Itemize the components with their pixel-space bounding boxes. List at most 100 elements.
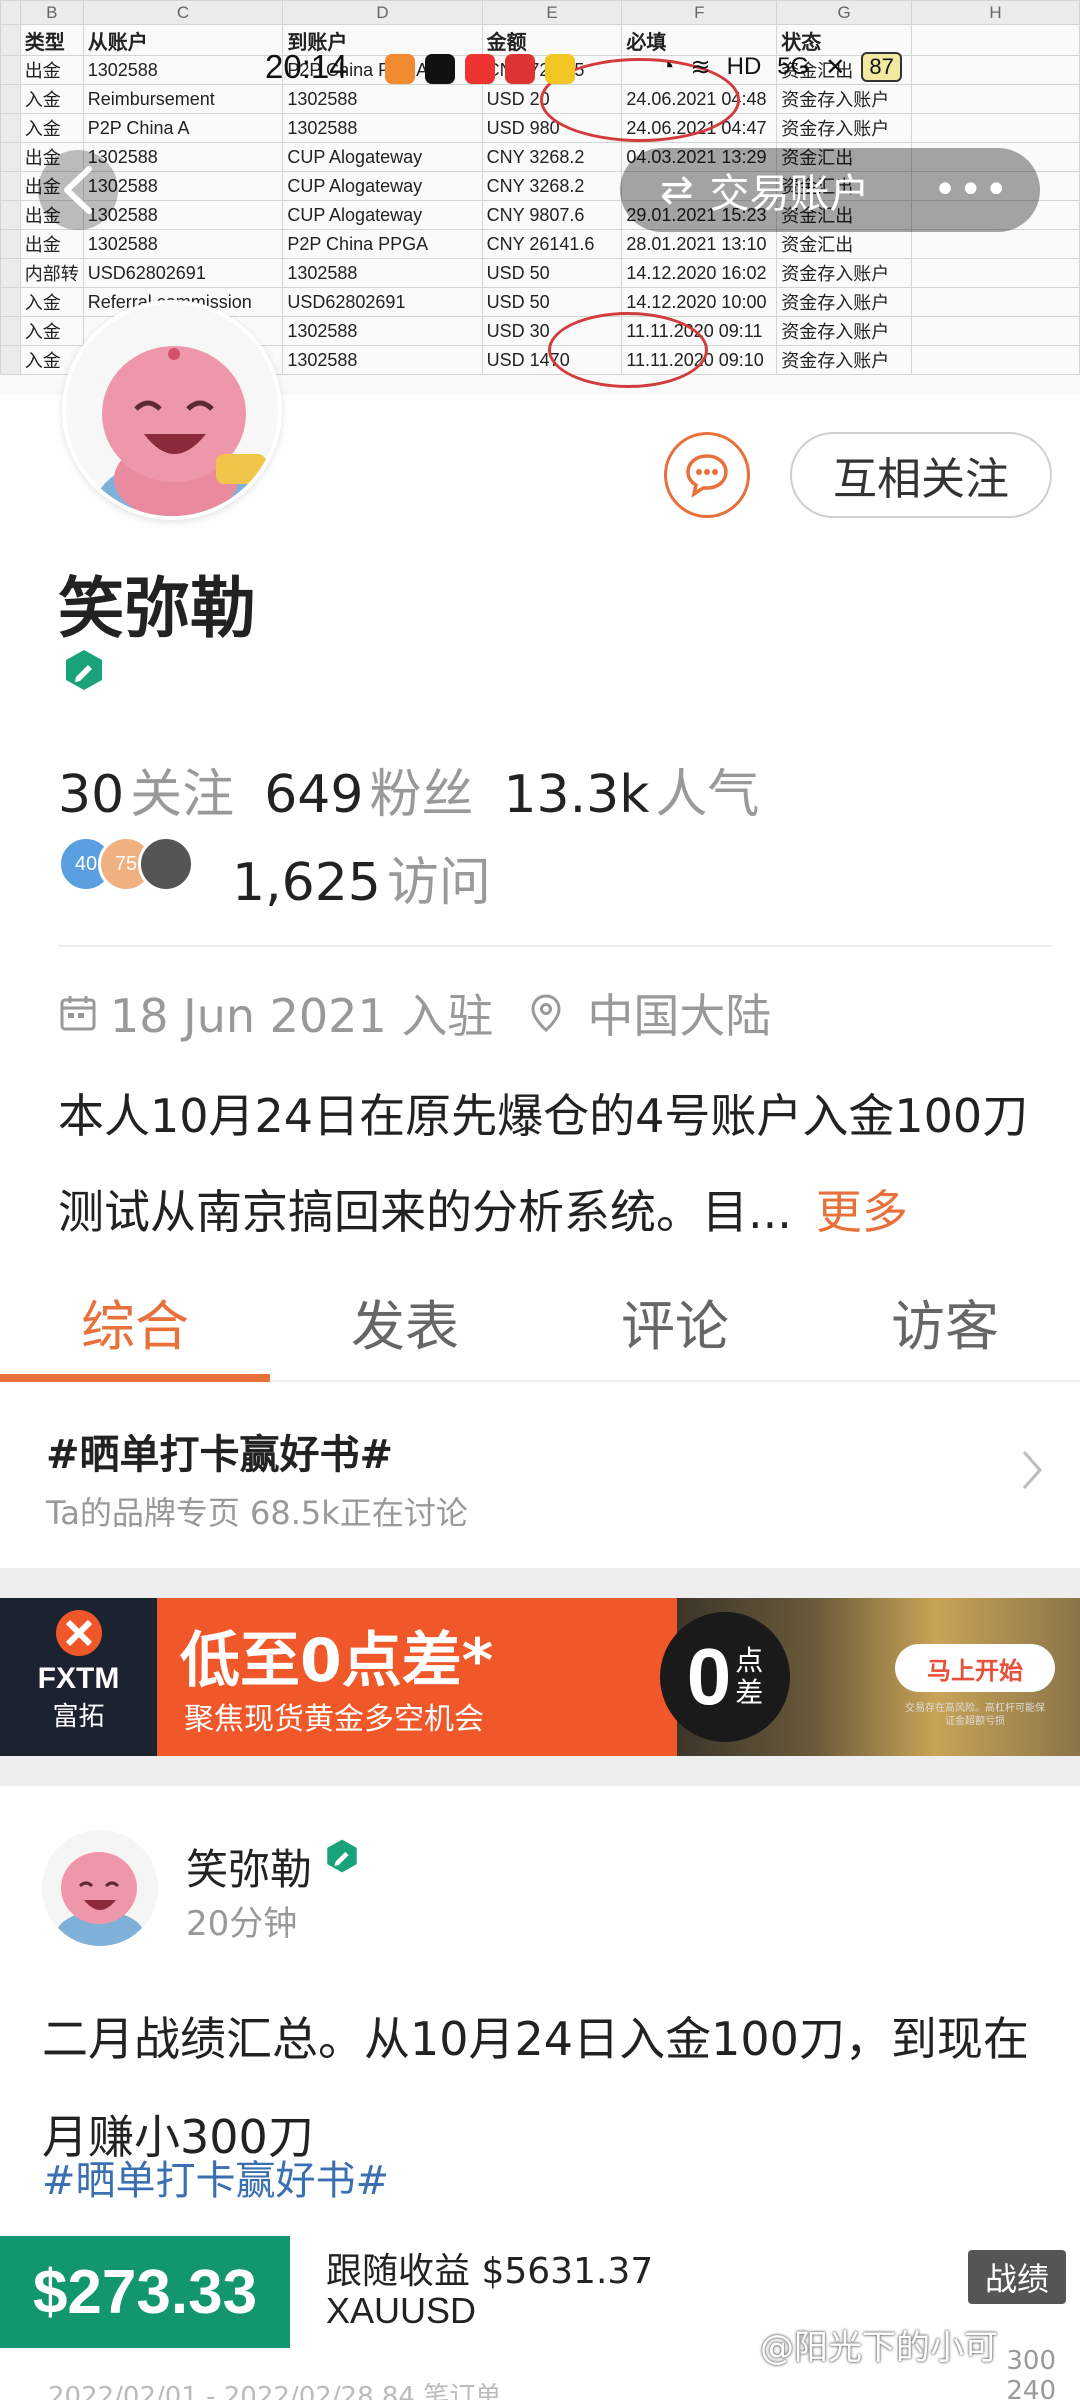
- topic-title: #晒单打卡赢好书#: [46, 1432, 394, 1478]
- visit-count[interactable]: 1,625 访问: [232, 840, 491, 915]
- spreadsheet-column-letter: C: [82, 0, 284, 25]
- app-notification-icon: [385, 54, 415, 84]
- tab-overview[interactable]: 综合: [0, 1272, 270, 1382]
- row-number: [0, 287, 21, 317]
- row-number: [0, 142, 21, 172]
- ad-banner[interactable]: FXTM 富拓 低至0点差* 聚焦现货黄金多空机会 0 点差 马上开始 交易存在…: [0, 1598, 1080, 1756]
- location-text: 中国大陆: [587, 989, 772, 1043]
- profile-tabs: 综合 发表 评论 访客: [0, 1272, 1080, 1382]
- ad-subtitle: 聚焦现货黄金多空机会: [184, 1702, 484, 1737]
- spreadsheet-cell: CNY 3268.2: [481, 142, 623, 172]
- spreadsheet-corner: [0, 0, 21, 25]
- bio-more-link[interactable]: 更多: [816, 1185, 908, 1239]
- spreadsheet-column-letters: BCDEFGH: [0, 0, 1080, 25]
- notification-icons: [385, 54, 575, 84]
- record-button[interactable]: 战绩: [968, 2250, 1066, 2304]
- visitor-avatar: [138, 836, 194, 892]
- row-number: [0, 113, 21, 143]
- zero-spread-badge: 0 点差: [660, 1612, 790, 1742]
- stat-followers[interactable]: 649 粉丝: [264, 752, 473, 827]
- status-bar: 20:14 ◔ ≋ HD 5G ✕ 87: [0, 48, 1080, 92]
- profile-avatar[interactable]: [62, 300, 282, 520]
- spreadsheet-cell: 入金: [19, 316, 84, 346]
- profile-bio: 本人10月24日在原先爆仓的4号账户入金100刀测试从南京搞回来的分析系统。目.…: [58, 1089, 1029, 1239]
- verified-badge-icon: [66, 650, 102, 690]
- spreadsheet-cell: P2P China A: [82, 113, 284, 143]
- watermark: @阳光下的小可: [760, 2328, 998, 2368]
- topic-card[interactable]: #晒单打卡赢好书# Ta的品牌专页 68.5k正在讨论: [0, 1384, 1080, 1568]
- fxtm-logo-icon: [55, 1610, 102, 1656]
- verified-badge-icon: [327, 1839, 357, 1873]
- topic-subtitle: Ta的品牌专页 68.5k正在讨论: [46, 1494, 468, 1532]
- ad-start-button[interactable]: 马上开始: [895, 1644, 1055, 1692]
- spreadsheet-cell: USD62802691: [82, 258, 284, 288]
- trade-symbol: XAUUSD: [326, 2290, 477, 2331]
- spreadsheet-cell: 资金存入账户: [776, 316, 912, 346]
- spreadsheet-cell: 1302588: [282, 316, 483, 346]
- chevron-right-icon: [1022, 1451, 1043, 1489]
- spreadsheet-cell: 资金存入账户: [776, 113, 912, 143]
- spreadsheet-row: 出金 1302588 P2P China PPGA CNY 26141.6 28.01.…: [0, 229, 1080, 259]
- spreadsheet-column-letter: G: [776, 0, 912, 25]
- status-time: 20:14: [265, 48, 348, 85]
- visitor-avatars[interactable]: 40 75: [58, 836, 194, 892]
- post-author-name[interactable]: 笑弥勒: [186, 1836, 312, 1897]
- map-pin-icon: [465, 54, 495, 84]
- spreadsheet-cell: 资金存入账户: [776, 258, 912, 288]
- post-hashtag[interactable]: #晒单打卡赢好书#: [42, 2148, 389, 2206]
- battery-icon: 87: [861, 52, 902, 82]
- spreadsheet-column-letter: H: [910, 0, 1080, 25]
- laughing-buddha-avatar-image: [66, 304, 278, 516]
- spreadsheet-cell: CUP Alogateway: [282, 142, 483, 172]
- tab-visitors[interactable]: 访客: [810, 1272, 1080, 1380]
- alarm-icon: ◔: [660, 53, 675, 80]
- spreadsheet-cell: 14.12.2020 16:02: [621, 258, 778, 288]
- spreadsheet-cell: P2P China PPGA: [282, 229, 483, 259]
- trade-summary-card[interactable]: $273.33 跟随收益 $5631.37 XAUUSD 战绩 2022/02/…: [0, 2236, 1080, 2400]
- spreadsheet-cell: 1302588: [82, 229, 284, 259]
- hd-icon: HD: [726, 53, 762, 80]
- row-number: [0, 229, 21, 259]
- spreadsheet-cell: 1302588: [282, 258, 483, 288]
- follow-profit: 跟随收益 $5631.37: [326, 2251, 654, 2292]
- spreadsheet-cell: 出金: [19, 229, 84, 259]
- chat-bubble-icon: [686, 454, 728, 498]
- spreadsheet-cell: 资金存入账户: [776, 287, 912, 317]
- swap-icon: ⇄: [660, 167, 694, 213]
- tab-posts[interactable]: 发表: [270, 1272, 540, 1380]
- tab-comments[interactable]: 评论: [540, 1272, 810, 1380]
- wifi-icon: ≋: [690, 53, 711, 81]
- profile-name: 笑弥勒: [58, 570, 256, 647]
- spreadsheet-cell: [910, 316, 1080, 346]
- stat-following[interactable]: 30 关注: [58, 752, 234, 827]
- trade-date-range: 2022/02/01 - 2022/02/28 84 笔订单: [48, 2382, 502, 2400]
- spreadsheet-cell: [910, 287, 1080, 317]
- message-button[interactable]: [664, 432, 750, 518]
- spreadsheet-row: 内部转 USD62802691 1302588 USD 50 14.12.2020 16…: [0, 258, 1080, 288]
- post-time: 20分钟: [186, 1904, 298, 1944]
- red-circle-mark: [548, 312, 708, 388]
- spreadsheet-cell: USD 50: [481, 258, 623, 288]
- stat-popularity: 13.3k 人气: [503, 765, 760, 825]
- spreadsheet-cell: [910, 113, 1080, 143]
- divider: [58, 945, 1052, 947]
- dnd-icon: ✕: [825, 53, 846, 81]
- row-number: [0, 258, 21, 288]
- spreadsheet-cell: CUP Alogateway: [282, 200, 483, 230]
- post-author-avatar[interactable]: [42, 1830, 158, 1946]
- more-icon[interactable]: •••: [933, 167, 1010, 213]
- spreadsheet-cell: 1302588: [82, 142, 284, 172]
- location-pin-icon: [531, 994, 561, 1032]
- trade-profit-amount: $273.33: [0, 2236, 290, 2348]
- ad-disclaimer: 交易存在高风险。高杠杆可能保证金超额亏损: [905, 1703, 1045, 1727]
- back-button[interactable]: [38, 150, 118, 230]
- account-switch-button[interactable]: ⇄ 交易账户 •••: [620, 148, 1040, 232]
- spreadsheet-cell: 1302588: [282, 113, 483, 143]
- section-gap: [0, 1756, 1080, 1786]
- spreadsheet-cell: [910, 229, 1080, 259]
- spreadsheet-cell: 入金: [19, 287, 84, 317]
- profile-stats: 30 关注 649 粉丝 13.3k 人气: [58, 752, 759, 827]
- mutual-follow-button[interactable]: 互相关注: [790, 432, 1052, 518]
- spreadsheet-cell: CNY 9807.6: [481, 200, 623, 230]
- row-number: [0, 345, 21, 375]
